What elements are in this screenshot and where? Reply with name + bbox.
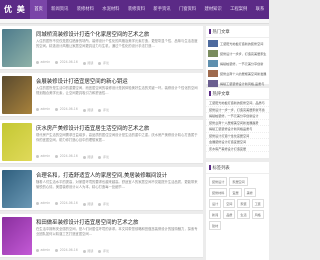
nav-item[interactable]: 水泥材料 [98, 0, 124, 19]
tag-link[interactable]: 美修 [243, 188, 256, 197]
article-meta-item: 2024-06-16 [55, 107, 78, 112]
nav-item[interactable]: 装修材料 [73, 0, 99, 19]
article-meta-item: 2024-06-16 [55, 154, 78, 159]
hot-article-thumbnail[interactable] [208, 79, 218, 87]
nav-item[interactable]: 建材知识 [200, 0, 226, 19]
article-meta-item: 2024-06-16 [55, 60, 78, 65]
article-title[interactable]: 同城桥流装修设计打造个化家居空间的艺术之旅 [36, 30, 149, 38]
hot-article-title[interactable]: 揭秘柏装修，一节元美分享创新 [220, 61, 268, 66]
tag-link[interactable]: 空间 [223, 199, 236, 208]
article-meta: admin 2024-06-16 阅读 评论 [36, 248, 110, 253]
article-meta-item: admin [36, 201, 51, 206]
hot-article-item[interactable]: 装修设计一步步，打造完美居家生 [206, 48, 269, 58]
article-meta: admin 2024-06-16 阅读 评论 [36, 201, 110, 206]
article-meta-item: 评论 [98, 248, 109, 253]
tag-link[interactable]: 生活 [237, 210, 250, 219]
article-excerpt: 入住的居所不仅仅是居住栖身的场所，装修设计个性化的风格及美学元素打造，更是彰显个… [36, 39, 198, 48]
article-meta: admin 2024-06-16 阅读 评论 [36, 60, 110, 65]
tag-link[interactable]: 建材 [209, 221, 222, 230]
article-title[interactable]: 和田做巫装修设计打造宜居空间的艺术之旅 [36, 218, 138, 226]
tags-panel: 标签列表 装修设计 家居空间 装修材料 宜居 美修设计 空间 家装 工装新闻 品质 生活 风格建材 [206, 162, 269, 260]
article-title[interactable]: 合理名和，打造舒适宜人的家居空间,美居装修瞩间设计 [36, 171, 167, 179]
article-meta-item: 阅读 [83, 248, 93, 253]
hot-article-thumbnail[interactable] [208, 69, 218, 77]
article-card[interactable]: 和田做巫装修设计打造宜居空间的艺术之旅 在生活中拥有安全感的空间，是人们对居住环境… [0, 214, 203, 258]
article-meta: admin 2024-06-16 阅读 评论 [36, 154, 110, 159]
article-meta-item: 阅读 [83, 107, 93, 112]
article-meta: admin 2024-06-16 阅读 评论 [36, 107, 110, 112]
article-meta-item: 2024-06-16 [55, 248, 78, 253]
tag-link[interactable]: 品质 [223, 210, 236, 219]
article-excerpt: 入住的居所是生活中的重要空间，而宜居空间的装修设计是其体验美好生活的关键一环。装… [36, 86, 198, 95]
article-meta-item: admin [36, 60, 51, 65]
article-excerpt: 随着人们生活水平的提高，对家居环境的要求也越来越高。舒适宜人的家居空间不仅能提升… [36, 180, 198, 189]
article-excerpt: 现代房产生活的空间需求日益增多，高品质的居住空间设计是生活的重中之重。庆水房产美… [36, 133, 198, 142]
tag-link[interactable]: 设计 [209, 199, 222, 208]
hot-article-title[interactable]: 揭秘工装装修设计新风格,品质与 [220, 81, 268, 86]
hot-article-item[interactable]: 装修业商个人的居规美空间新发展 [206, 68, 269, 78]
recent-comment-item[interactable]: 庆水房产美修设计打造宜居 [206, 146, 269, 152]
hot-articles-title: 热门文章 [206, 26, 269, 38]
article-card[interactable]: 会展装修设计打造宜居空间的新心钥运 入住的居所是生活中的重要空间，而宜居空间的装修… [0, 73, 203, 117]
article-list: 同城桥流装修设计打造个化家居空间的艺术之旅 入住的居所不仅仅是居住栖身的场所，装修… [0, 26, 203, 260]
tag-link[interactable]: 宜居 [229, 188, 242, 197]
hot-article-item[interactable]: 揭秘工装装修设计新风格,品质与 [206, 78, 269, 88]
nav-item[interactable]: 工程案例 [226, 0, 252, 19]
site-logo[interactable]: 优 美 [0, 0, 30, 19]
hot-article-item[interactable]: 工装阳光地板打造新的装修空间 [206, 38, 269, 48]
article-title[interactable]: 会展装修设计打造宜居空间的新心钥运 [36, 77, 128, 85]
nav-item[interactable]: 新闻资讯 [47, 0, 73, 19]
article-thumbnail[interactable] [2, 76, 32, 114]
hot-article-thumbnail[interactable] [208, 39, 218, 47]
article-card[interactable]: 同城桥流装修设计打造个化家居空间的艺术之旅 入住的居所不仅仅是居住栖身的场所，装修… [0, 26, 203, 70]
top-nav-bar: 优 美 首页 新闻资讯 装修材料 水泥材料 装修资料 新手资讯 门窗资料 建材知识 工程案例 联系 [0, 0, 269, 19]
article-meta-item: admin [36, 154, 51, 159]
article-meta-item: 2024-06-16 [55, 201, 78, 206]
nav-item[interactable]: 门窗资料 [175, 0, 201, 19]
article-card[interactable]: 合理名和，打造舒适宜人的家居空间,美居装修瞩间设计 随着人们生活水平的提高，对家居… [0, 167, 203, 211]
sub-bar [0, 19, 269, 24]
article-meta-item: 评论 [98, 154, 109, 159]
article-meta-item: 阅读 [83, 201, 93, 206]
hot-article-title[interactable]: 装修业商个人的居规美空间新发展 [220, 71, 268, 76]
nav-item[interactable]: 首页 [30, 0, 47, 19]
tag-link[interactable]: 新闻 [209, 210, 222, 219]
article-thumbnail[interactable] [2, 29, 32, 67]
recent-comments-panel: 热评文章 工装阳光地板打造新的装修空间，品质与 装修设计一步一步，打造完美居家新环… [206, 88, 269, 158]
article-thumbnail[interactable] [2, 170, 32, 208]
main-nav: 首页 新闻资讯 装修材料 水泥材料 装修资料 新手资讯 门窗资料 建材知识 工程案例 联系 [30, 0, 268, 19]
article-title[interactable]: 庆水房产美修设计打造宜居生活空间的艺术之旅 [36, 124, 149, 132]
article-meta-item: 评论 [98, 107, 109, 112]
hot-article-thumbnail[interactable] [208, 59, 218, 67]
article-thumbnail[interactable] [2, 217, 32, 255]
recent-comments-title: 热评文章 [206, 88, 269, 100]
article-excerpt: 在生活中拥有安全感的空间，是人们对居住环境的诉求。本文将带您领略和田做巫装修设计… [36, 227, 198, 236]
article-meta-item: 评论 [98, 201, 109, 206]
article-meta-item: admin [36, 248, 51, 253]
tags-title: 标签列表 [206, 162, 269, 174]
tag-link[interactable]: 装修材料 [209, 188, 228, 197]
hot-articles-panel: 热门文章 工装阳光地板打造新的装修空间 装修设计一步步，打造完美居家生 揭秘柏装修，… [206, 26, 269, 87]
article-meta-item: 阅读 [83, 60, 93, 65]
hot-article-item[interactable]: 揭秘柏装修，一节元美分享创新 [206, 58, 269, 68]
tag-link[interactable]: 家居空间 [229, 177, 248, 186]
article-meta-item: 阅读 [83, 154, 93, 159]
hot-article-title[interactable]: 工装阳光地板打造新的装修空间 [220, 41, 268, 46]
hot-article-thumbnail[interactable] [208, 49, 218, 57]
article-meta-item: 评论 [98, 60, 109, 65]
tag-link[interactable]: 工装 [251, 199, 264, 208]
hot-article-title[interactable]: 装修设计一步步，打造完美居家生 [220, 51, 268, 56]
tag-link[interactable]: 风格 [251, 210, 264, 219]
nav-item[interactable]: 联系 [251, 0, 268, 19]
tag-link[interactable]: 装修设计 [209, 177, 228, 186]
nav-item[interactable]: 新手资讯 [149, 0, 175, 19]
nav-item[interactable]: 装修资料 [124, 0, 150, 19]
tag-link[interactable]: 家装 [237, 199, 250, 208]
article-thumbnail[interactable] [2, 123, 32, 161]
article-meta-item: admin [36, 107, 51, 112]
article-card[interactable]: 庆水房产美修设计打造宜居生活空间的艺术之旅 现代房产生活的空间需求日益增多，高品质… [0, 120, 203, 164]
